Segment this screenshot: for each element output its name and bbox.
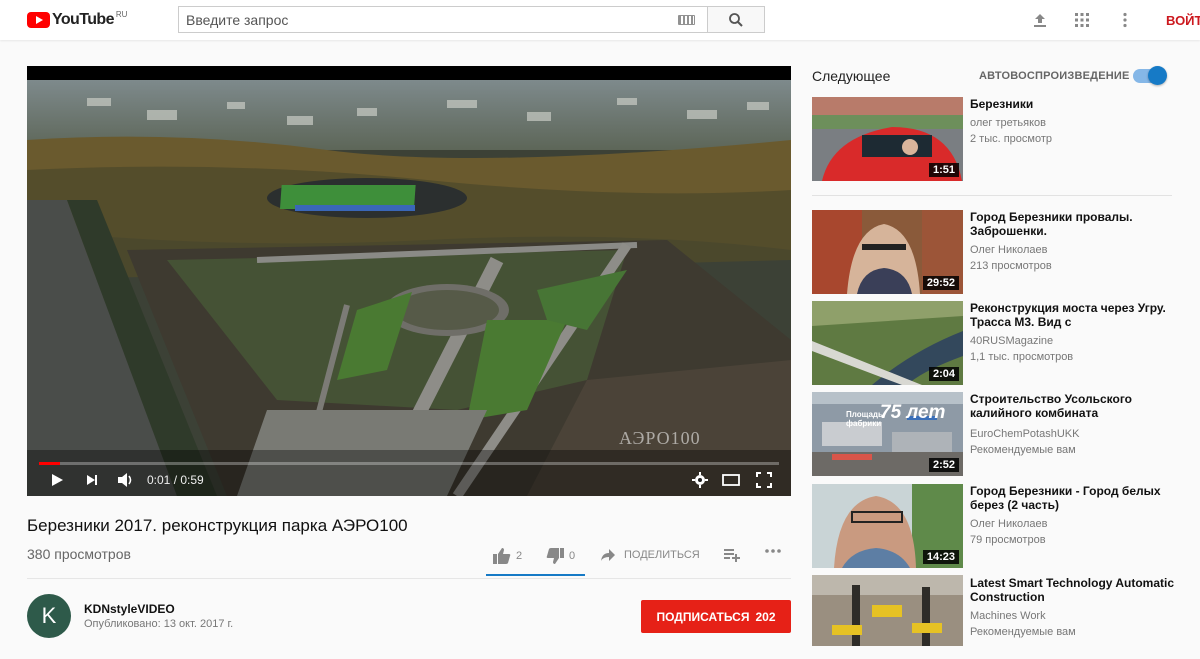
up-next-heading: Следующее [812,68,891,84]
play-icon [52,474,63,486]
video-thumbnail[interactable]: 14:23 [812,484,963,568]
video-watermark: АЭРО100 [619,428,701,448]
fullscreen-icon [756,472,772,488]
time-display: 0:01 / 0:59 [147,473,204,487]
suggested-video[interactable]: 1:51 Березники олег третьяков 2 тыс. про… [812,97,1192,181]
suggested-author: Олег Николаев [970,518,1048,530]
more-vert-icon[interactable] [1115,10,1135,30]
youtube-logo[interactable]: YouTube RU [27,10,127,30]
suggested-video[interactable]: 14:23 Город Березники - Город белых бере… [812,484,1192,568]
suggested-video[interactable]: Площадь фабрики 75 лет 2:52 Строительств… [812,392,1192,476]
sidebar-divider [812,195,1172,196]
suggested-author: EuroChemPotashUKK [970,428,1080,440]
theater-icon [722,474,740,486]
dislike-count: 0 [569,550,576,562]
thumbs-up-icon [493,548,511,564]
divider [27,578,791,579]
duration-badge: 29:52 [922,276,959,290]
suggested-meta: 213 просмотров [970,260,1052,272]
video-thumbnail[interactable]: Площадь фабрики 75 лет 2:52 [812,392,963,476]
duration-badge: 1:51 [928,163,959,177]
share-icon [601,549,615,561]
play-logo-icon [27,12,50,28]
suggested-video[interactable]: 2:04 Реконструкция моста через Угру. Тра… [812,301,1192,385]
search-button[interactable] [707,6,765,33]
suggested-title[interactable]: Березники [970,97,1180,111]
autoplay-toggle[interactable] [1133,66,1167,85]
suggested-author: 40RUSMagazine [970,335,1054,347]
thumbs-down-icon [546,548,564,564]
masthead: YouTube RU ВОЙТИ [0,0,1200,40]
video-thumbnail[interactable]: 1:51 [812,97,963,181]
suggested-author: Олег Николаев [970,244,1048,256]
keyboard-icon[interactable] [678,15,695,25]
play-button[interactable] [49,470,65,490]
search-icon [729,12,743,27]
search-box [178,6,708,33]
duration-badge: 14:23 [922,550,959,564]
video-thumbnail[interactable]: 2:04 [812,301,963,385]
playlist-add-icon [724,549,740,562]
video-thumbnail[interactable]: 29:52 [812,210,963,294]
duration-badge: 2:04 [928,367,959,381]
like-count: 2 [516,550,523,562]
logo-text: YouTube [52,11,114,28]
duration-badge: 2:52 [928,458,959,472]
video-player[interactable]: АЭРО100 0:01 / 0:59 [27,66,791,496]
volume-button[interactable] [117,470,135,490]
thumbnail-overlay-text: 75 лет [880,402,946,423]
progress-fill [39,462,60,465]
channel-avatar[interactable]: K [27,594,71,638]
subscribe-label: ПОДПИСАТЬСЯ [656,609,750,624]
theater-mode-button[interactable] [722,470,740,490]
menu-icon[interactable] [0,13,4,27]
volume-icon [118,473,132,487]
suggested-title[interactable]: Строительство Усольского калийного комби… [970,392,1180,420]
thumbnail-image [812,575,963,646]
progress-bar[interactable] [39,462,779,465]
more-actions-button[interactable] [764,548,782,554]
suggested-video[interactable]: 29:52 Город Березники провалы. Заброшенк… [812,210,1192,294]
dislike-button[interactable]: 0 [546,548,575,564]
suggested-author: Machines Work [970,610,1046,622]
share-label: ПОДЕЛИТЬСЯ [624,549,700,561]
view-count: 380 просмотров [27,546,131,562]
suggested-title[interactable]: Реконструкция моста через Угру. Трасса М… [970,301,1180,329]
settings-button[interactable] [692,470,708,490]
autoplay-label: АВТОВОСПРОИЗВЕДЕНИЕ [979,70,1130,82]
suggested-meta: Рекомендуемые вам [970,626,1076,638]
add-to-playlist-button[interactable] [724,548,740,562]
gear-icon [692,472,708,488]
suggested-meta: 2 тыс. просмотр [970,133,1053,145]
suggested-title[interactable]: Город Березники провалы. Заброшенки. [970,210,1180,238]
signin-button[interactable]: ВОЙТИ [1166,13,1200,28]
share-button[interactable]: ПОДЕЛИТЬСЯ [600,548,700,562]
sentiment-bar [486,574,585,576]
next-button[interactable] [85,470,99,490]
logo-region: RU [115,9,128,19]
upload-icon[interactable] [1030,10,1050,30]
subscribe-button[interactable]: ПОДПИСАТЬСЯ 202 [641,600,791,633]
video-thumbnail[interactable] [812,575,963,646]
channel-name[interactable]: KDNstyleVIDEO [84,602,175,616]
suggested-meta: 79 просмотров [970,534,1046,546]
fullscreen-button[interactable] [756,470,772,490]
suggested-video[interactable]: Latest Smart Technology Automatic Constr… [812,575,1192,659]
apps-grid-icon[interactable] [1072,10,1092,30]
publish-date: Опубликовано: 13 окт. 2017 г. [84,618,234,630]
suggested-meta: Рекомендуемые вам [970,444,1076,456]
more-horiz-icon [765,549,781,553]
suggested-author: олег третьяков [970,117,1047,129]
suggested-title[interactable]: Город Березники - Город белых берез (2 ч… [970,484,1180,512]
subscriber-count: 202 [755,609,776,624]
like-button[interactable]: 2 [493,548,522,564]
skip-next-icon [87,475,97,485]
suggested-meta: 1,1 тыс. просмотров [970,351,1074,363]
suggested-title[interactable]: Latest Smart Technology Automatic Constr… [970,576,1180,604]
video-title: Березники 2017. реконструкция парка АЭРО… [27,516,408,535]
search-input[interactable] [179,7,659,32]
